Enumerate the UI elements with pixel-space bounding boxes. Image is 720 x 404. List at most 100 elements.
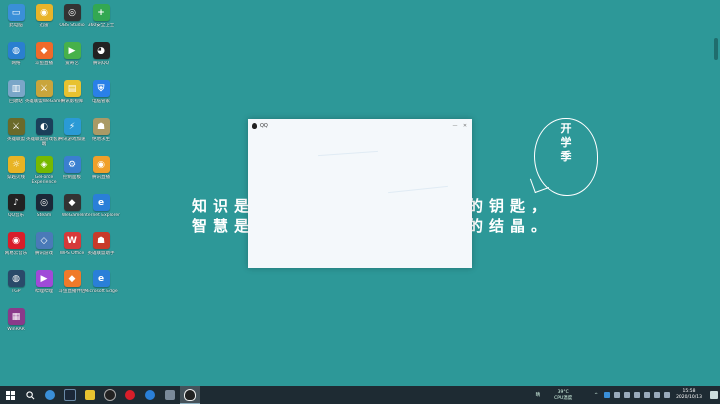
start-button[interactable] xyxy=(0,386,20,404)
qq-window-title: QQ xyxy=(260,123,268,129)
taskbar-app-steam[interactable] xyxy=(60,386,80,404)
wallpaper-text-line2-left: 智慧是 xyxy=(192,217,256,235)
steam-icon xyxy=(64,389,76,401)
app-icon: ◉ xyxy=(35,4,53,21)
app-icon: ⚔ xyxy=(35,80,53,97)
app-icon: W xyxy=(63,232,81,249)
desktop-icon[interactable]: e Microsoft Edge xyxy=(82,268,120,305)
qq-background-decoration xyxy=(388,185,448,194)
qq-login-window[interactable]: QQ — ✕ xyxy=(248,119,472,268)
qq-background-decoration xyxy=(318,150,378,157)
taskbar-app-qq[interactable] xyxy=(180,386,200,404)
desktop-icon-label: 英雄联盟助手 xyxy=(87,251,115,256)
keyboard-icon[interactable] xyxy=(664,392,671,398)
taskbar-app-file-explorer[interactable] xyxy=(80,386,100,404)
desktop-icon-label: Microsoft Edge xyxy=(84,289,118,294)
app-icon: ◍ xyxy=(7,42,25,59)
desktop: ▭ 此电脑 ◉ 迅雷 ◎ OBS Studio +360安全卫士 ◍ 网络 ◆ 斗鱼直播 ▶ 爱奇艺 ◕ 腾… xyxy=(0,0,720,386)
app-icon: ☼ xyxy=(7,156,25,173)
taskbar-app-edge[interactable] xyxy=(140,386,160,404)
desktop-icon-label: 电脑管家 xyxy=(92,99,110,104)
app-icon: ◉ xyxy=(7,232,25,249)
app-icon: ♪ xyxy=(7,194,25,211)
network-icon[interactable] xyxy=(614,392,621,398)
desktop-icon-label: 腾讯直播 xyxy=(92,175,110,180)
close-button[interactable]: ✕ xyxy=(462,123,468,129)
app-icon: ▶ xyxy=(35,270,53,287)
taskbar-app-tools[interactable] xyxy=(160,386,180,404)
clock[interactable]: 15:58 2020/10/13 xyxy=(676,389,702,401)
app-icon: ◆ xyxy=(63,194,81,211)
edge-icon xyxy=(145,390,155,400)
app-icon: ◆ xyxy=(35,42,53,59)
app-icon: ◆ xyxy=(63,270,81,287)
tools-icon xyxy=(165,390,175,400)
app-icon: ⚙ xyxy=(63,156,81,173)
qq-penguin-icon xyxy=(184,388,196,401)
desktop-icon-label: Internet Explorer xyxy=(81,213,121,218)
desktop-icon[interactable]: +360安全卫士 xyxy=(82,2,120,39)
weather-label: 晴 xyxy=(535,393,541,398)
wallpaper-text-line1-right: 的钥匙， xyxy=(468,197,553,215)
app-icon: ◍ xyxy=(7,270,25,287)
desktop-icon[interactable]: ▦ WinRAR xyxy=(0,306,35,343)
app-icon: ▭ xyxy=(7,4,25,21)
input-method-icon[interactable] xyxy=(654,392,661,398)
show-hidden-icons-chevron-icon[interactable]: ^ xyxy=(594,393,598,398)
desktop-icon[interactable]: ⛨ 电脑管家 xyxy=(82,78,120,115)
taskbar-app-netease-music[interactable] xyxy=(120,386,140,404)
clock-date: 2020/10/13 xyxy=(676,395,702,400)
wallpaper-text-line1-left: 知识是 xyxy=(192,197,256,215)
app-icon: ⚡ xyxy=(63,118,81,135)
cpu-temperature-widget[interactable]: 39°C CPU温度 xyxy=(554,390,572,401)
minimize-button[interactable]: — xyxy=(452,123,458,129)
desktop-icon-label: 360安全卫士 xyxy=(87,23,115,28)
app-icon: ☗ xyxy=(92,232,110,249)
app-icon: ◐ xyxy=(35,118,53,135)
taskbar-app-obs[interactable] xyxy=(100,386,120,404)
app-icon: ▥ xyxy=(7,80,25,97)
desktop-icon[interactable]: ◉ 腾讯直播 xyxy=(82,154,120,191)
qq-penguin-icon xyxy=(252,123,257,129)
app-icon: ⛨ xyxy=(92,80,110,97)
wallpaper-text-line2-right: 的结晶。 xyxy=(468,217,553,235)
qq-music-icon xyxy=(45,390,55,400)
app-icon: ◕ xyxy=(92,42,110,59)
desktop-scroll-indicator xyxy=(714,38,718,60)
qq-window-titlebar[interactable]: QQ — ✕ xyxy=(248,119,472,133)
desktop-icon-label: WinRAR xyxy=(7,327,25,332)
app-icon: ▤ xyxy=(63,80,81,97)
wallpaper-bubble-text: 开学季 xyxy=(560,122,572,163)
desktop-icon[interactable]: e Internet Explorer xyxy=(82,192,120,229)
windows-logo-icon xyxy=(5,390,15,400)
desktop-icon-label: 腾讯QQ xyxy=(92,61,110,66)
netease-music-icon xyxy=(125,390,135,400)
battery-icon[interactable] xyxy=(644,392,651,398)
taskbar: 晴 39°C CPU温度 ^ 15:58 2020/10/13 xyxy=(0,386,720,404)
app-icon: ⚔ xyxy=(7,118,25,135)
app-icon: ◎ xyxy=(63,4,81,21)
desktop-icon[interactable]: ☗ 绝地求生 xyxy=(82,116,120,153)
app-icon: ◇ xyxy=(35,232,53,249)
app-icon: ◎ xyxy=(35,194,53,211)
desktop-icon[interactable]: ◕ 腾讯QQ xyxy=(82,40,120,77)
app-icon: ◉ xyxy=(92,156,110,173)
cpu-temperature-label: CPU温度 xyxy=(554,395,573,401)
app-icon: e xyxy=(92,194,110,211)
obs-icon xyxy=(104,389,116,401)
app-icon: ◈ xyxy=(35,156,53,173)
search-icon xyxy=(25,390,34,399)
app-icon: e xyxy=(92,270,110,287)
notification-center-icon[interactable] xyxy=(710,391,718,399)
desktop-icon[interactable]: ☗ 英雄联盟助手 xyxy=(82,230,120,267)
folder-icon xyxy=(85,390,95,400)
security-shield-icon[interactable] xyxy=(604,392,611,398)
qq-tray-icon[interactable] xyxy=(634,392,641,398)
taskbar-app-qq-music[interactable] xyxy=(40,386,60,404)
volume-icon[interactable] xyxy=(624,392,631,398)
search-button[interactable] xyxy=(20,386,40,404)
desktop-icon-label: 绝地求生 xyxy=(92,137,110,142)
app-icon: ▦ xyxy=(7,308,25,325)
app-icon: ▶ xyxy=(63,42,81,59)
system-tray: 晴 39°C CPU温度 ^ 15:58 2020/10/13 xyxy=(536,386,720,404)
